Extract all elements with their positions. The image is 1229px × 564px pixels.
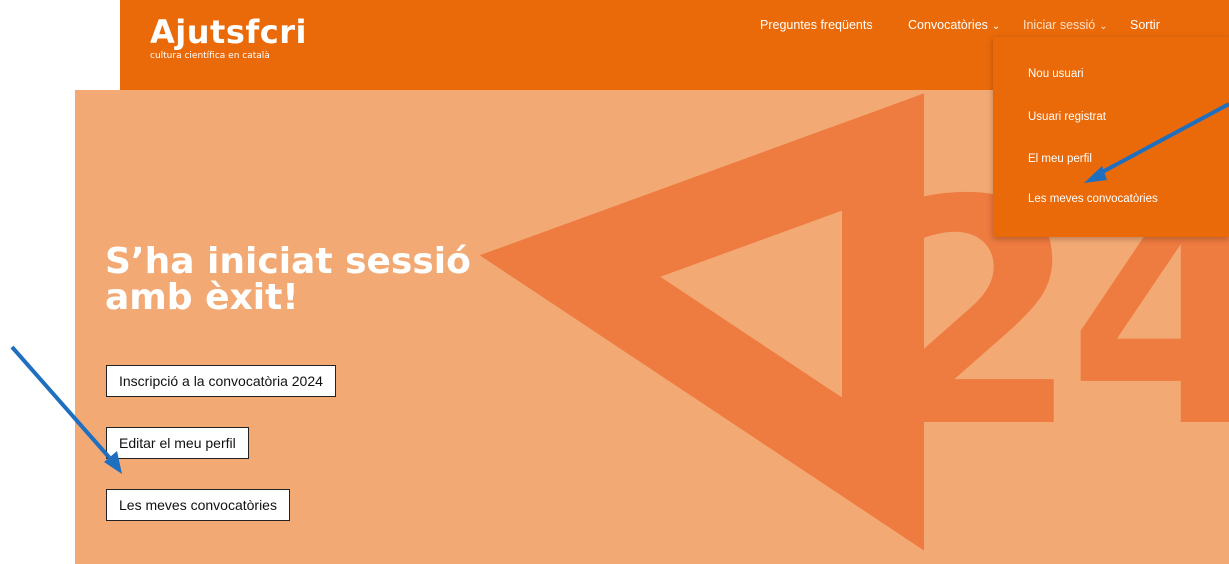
site-logo[interactable]: Ajutsfcri cultura científica en català <box>150 14 307 62</box>
nav-item-label: Convocatòries <box>908 18 988 32</box>
dropdown-item-registered-user[interactable]: Usuari registrat <box>1028 109 1106 125</box>
nav-item-label: Sortir <box>1130 18 1160 32</box>
nav-item-faq[interactable]: Preguntes freqüents <box>760 16 873 34</box>
nav-item-label: Preguntes freqüents <box>760 18 873 32</box>
register-call-button[interactable]: Inscripció a la convocatòria 2024 <box>106 365 336 397</box>
nav-item-convocatories[interactable]: Convocatòries ⌄ <box>908 16 1000 36</box>
logo-text: Ajutsfcri <box>150 13 307 51</box>
nav-item-login[interactable]: Iniciar sessió ⌄ <box>1023 16 1108 36</box>
edit-profile-button[interactable]: Editar el meu perfil <box>106 427 249 459</box>
login-dropdown-menu: Nou usuari Usuari registrat El meu perfi… <box>993 37 1229 237</box>
dropdown-item-my-profile[interactable]: El meu perfil <box>1028 151 1092 167</box>
hero-triangle-shape <box>479 93 924 551</box>
dropdown-item-new-user[interactable]: Nou usuari <box>1028 66 1084 82</box>
chevron-down-icon: ⌄ <box>1099 21 1108 32</box>
nav-item-label: Iniciar sessió <box>1023 18 1096 32</box>
nav-item-logout[interactable]: Sortir <box>1130 16 1160 34</box>
my-calls-button[interactable]: Les meves convocatòries <box>106 489 290 521</box>
dropdown-item-my-calls[interactable]: Les meves convocatòries <box>1028 191 1158 207</box>
logo-tagline: cultura científica en català <box>150 51 270 61</box>
hero-title: S’ha iniciat sessió amb èxit! <box>105 241 471 318</box>
chevron-down-icon: ⌄ <box>991 21 1001 32</box>
